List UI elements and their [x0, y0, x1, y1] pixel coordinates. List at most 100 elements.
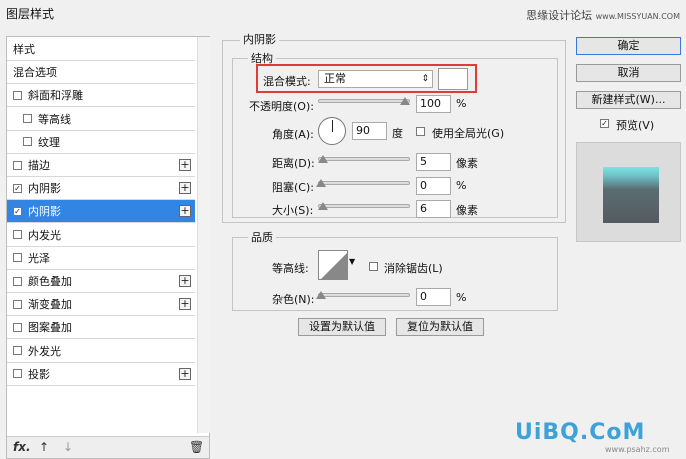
style-checkbox[interactable] — [13, 299, 22, 309]
style-item-label: 样式 — [13, 43, 35, 56]
trash-icon[interactable]: 🗑 — [189, 440, 204, 454]
contour-dropdown-icon[interactable]: ▼ — [349, 257, 355, 266]
add-effect-icon[interactable]: + — [179, 275, 191, 287]
distance-label: 距离(D): — [272, 157, 315, 170]
style-list-item[interactable]: 投影 + — [7, 363, 195, 386]
style-checkbox[interactable] — [13, 346, 22, 356]
new-style-button[interactable]: 新建样式(W)... — [576, 91, 681, 109]
style-item-label: 投影 — [28, 367, 50, 381]
add-effect-icon[interactable]: + — [179, 159, 191, 171]
style-checkbox[interactable] — [13, 276, 22, 286]
antialias-checkbox[interactable] — [369, 262, 378, 271]
style-checkbox[interactable] — [13, 369, 22, 379]
cancel-button[interactable]: 取消 — [576, 64, 681, 82]
distance-unit: 像素 — [456, 157, 478, 170]
shadow-color-swatch[interactable] — [438, 68, 468, 90]
list-bottom-bar: fx. ↑ ↓ 🗑 — [7, 436, 209, 458]
size-unit: 像素 — [456, 204, 478, 217]
distance-input[interactable]: 5 — [416, 153, 451, 171]
opacity-input[interactable]: 100 — [416, 95, 451, 113]
contour-preview[interactable] — [318, 250, 348, 280]
opacity-slider-thumb[interactable] — [400, 97, 410, 105]
preview-label: 预览(V) — [616, 119, 655, 132]
quality-label: 品质 — [248, 229, 276, 245]
style-list-item[interactable]: 内发光 — [7, 224, 195, 247]
style-checkbox[interactable] — [23, 114, 32, 124]
angle-input[interactable]: 90 — [352, 122, 387, 140]
choke-slider[interactable] — [318, 181, 410, 185]
style-checkbox[interactable] — [13, 230, 22, 240]
preview-swatch — [603, 167, 659, 223]
style-checkbox[interactable] — [13, 90, 22, 100]
size-slider-thumb[interactable] — [318, 202, 328, 210]
style-item-label: 描边 — [28, 159, 50, 172]
angle-dial[interactable] — [318, 117, 346, 145]
angle-unit: 度 — [392, 127, 403, 140]
fx-button[interactable]: fx. — [13, 440, 31, 454]
style-list-item[interactable]: 斜面和浮雕 — [7, 84, 195, 108]
style-list-item[interactable]: 光泽 — [7, 247, 195, 270]
distance-slider[interactable] — [318, 157, 410, 161]
noise-slider-thumb[interactable] — [316, 291, 326, 299]
style-checkbox[interactable] — [13, 160, 22, 170]
style-item-label: 内阴影 — [28, 205, 61, 219]
choke-input[interactable]: 0 — [416, 177, 451, 195]
add-effect-icon[interactable]: + — [179, 182, 191, 195]
style-list-item[interactable]: 外发光 — [7, 340, 195, 363]
style-list-item[interactable]: 样式 — [7, 38, 195, 61]
style-list-item[interactable]: 等高线 — [7, 108, 195, 131]
style-list-item[interactable]: 纹理 — [7, 131, 195, 154]
contour-label: 等高线: — [272, 262, 309, 275]
choke-unit: % — [456, 179, 467, 192]
global-light-label: 使用全局光(G) — [432, 127, 505, 140]
blend-mode-select[interactable]: 正常 ⇕ — [318, 70, 433, 88]
contour-curve-icon — [321, 253, 347, 279]
style-checkbox[interactable] — [13, 253, 22, 263]
opacity-label: 不透明度(O): — [249, 100, 314, 113]
preview-area — [576, 142, 681, 242]
style-list-item[interactable]: ✓ 内阴影 + — [7, 200, 195, 224]
choke-slider-thumb[interactable] — [316, 179, 326, 187]
style-checkbox[interactable]: ✓ — [13, 206, 22, 216]
noise-label: 杂色(N): — [272, 293, 315, 306]
section-title: 内阴影 — [240, 31, 279, 47]
noise-input[interactable]: 0 — [416, 288, 451, 306]
set-default-button[interactable]: 设置为默认值 — [298, 318, 386, 336]
list-scrollbar[interactable] — [197, 37, 210, 433]
style-list-item[interactable]: 颜色叠加 + — [7, 270, 195, 293]
style-checkbox[interactable]: ✓ — [13, 183, 22, 193]
size-input[interactable]: 6 — [416, 200, 451, 218]
size-slider[interactable] — [318, 204, 410, 208]
style-item-label: 图案叠加 — [28, 321, 72, 335]
style-item-label: 光泽 — [28, 251, 50, 265]
style-checkbox[interactable] — [23, 137, 32, 147]
watermark-top-text: 思缘设计论坛 — [526, 9, 593, 22]
noise-unit: % — [456, 291, 467, 304]
blend-mode-value: 正常 — [324, 72, 346, 85]
size-label: 大小(S): — [272, 204, 314, 217]
style-item-label: 内阴影 — [28, 182, 61, 196]
reset-default-button[interactable]: 复位为默认值 — [396, 318, 484, 336]
move-up-icon[interactable]: ↑ — [39, 440, 49, 454]
add-effect-icon[interactable]: + — [179, 205, 191, 218]
noise-slider[interactable] — [318, 293, 410, 297]
style-list-item[interactable]: ✓ 内阴影 + — [7, 177, 195, 201]
watermark-logo: UiBQ.CoM — [515, 420, 646, 445]
style-list-item[interactable]: 描边 + — [7, 154, 195, 177]
style-list-item[interactable]: 渐变叠加 + — [7, 293, 195, 317]
opacity-slider[interactable] — [318, 99, 410, 103]
add-effect-icon[interactable]: + — [179, 367, 191, 380]
style-list-item[interactable]: 混合选项 — [7, 61, 195, 85]
style-list: 样式混合选项 斜面和浮雕 等高线 纹理描边 + ✓ 内阴影 + ✓ 内阴影 + 内发光光泽颜色叠加 + 渐… — [6, 36, 210, 459]
choke-label: 阻塞(C): — [272, 181, 314, 194]
distance-slider-thumb[interactable] — [318, 155, 328, 163]
move-down-icon[interactable]: ↓ — [63, 440, 73, 454]
angle-dial-needle — [332, 120, 333, 132]
ok-button[interactable]: 确定 — [576, 37, 681, 55]
add-effect-icon[interactable]: + — [179, 298, 191, 311]
style-checkbox[interactable] — [13, 322, 22, 332]
style-list-item[interactable]: 图案叠加 — [7, 316, 195, 340]
window-title: 图层样式 — [6, 7, 55, 21]
global-light-checkbox[interactable] — [416, 127, 425, 136]
preview-checkbox[interactable]: ✓ — [600, 119, 609, 128]
